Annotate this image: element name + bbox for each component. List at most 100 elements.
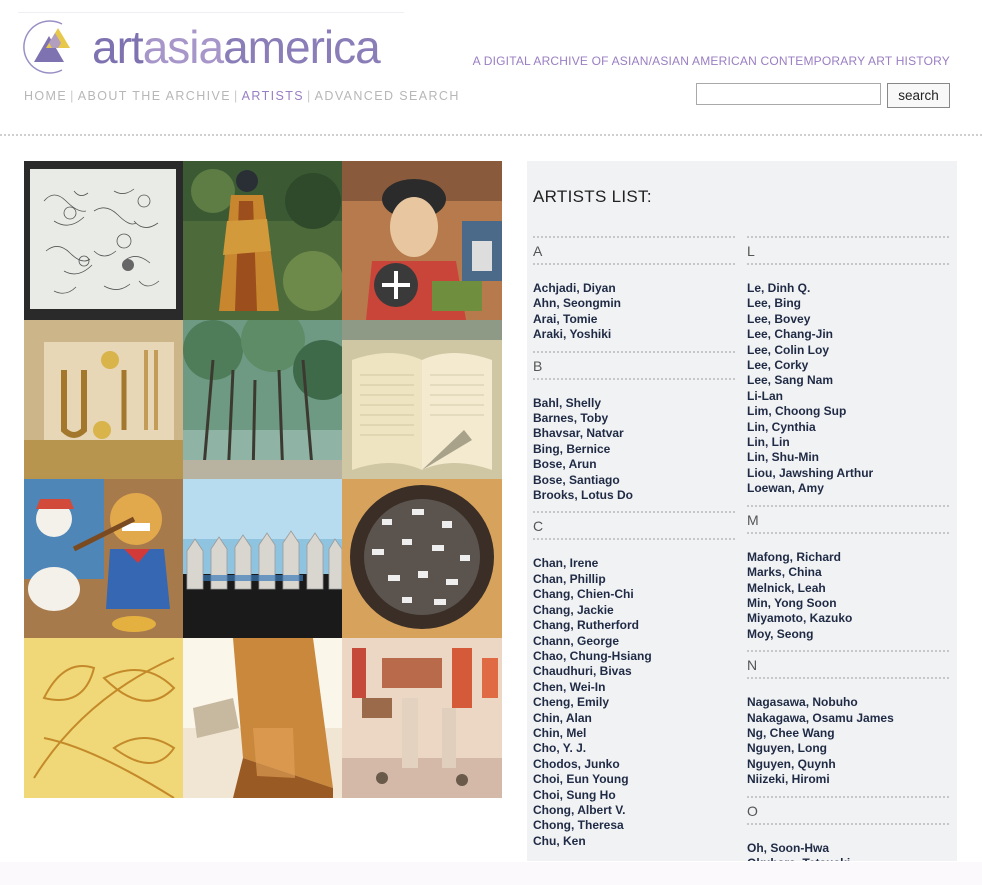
artist-link[interactable]: Chang, Chien-Chi (533, 587, 735, 602)
artist-link[interactable]: Choi, Sung Ho (533, 788, 735, 803)
letter-heading: O (747, 795, 949, 825)
artist-link[interactable]: Chao, Chung-Hsiang (533, 649, 735, 664)
artist-link[interactable]: Miyamoto, Kazuko (747, 611, 949, 626)
artist-link[interactable]: Lin, Cynthia (747, 420, 949, 435)
artwork-tile-tree-park[interactable] (183, 320, 342, 479)
letter-group: M Mafong, Richard Marks, China Melnick, Lea… (747, 504, 949, 642)
artist-link[interactable]: Bose, Arun (533, 457, 735, 472)
artist-link[interactable]: Ahn, Seongmin (533, 296, 735, 311)
artists-column-left: A Achjadi, Diyan Ahn, Seongmin Arai, Tomie A… (533, 236, 735, 857)
artist-link[interactable]: Chang, Jackie (533, 603, 735, 618)
page-bottom-strip (0, 862, 982, 885)
artist-link[interactable]: Nguyen, Quynh (747, 757, 949, 772)
artist-link[interactable]: Lin, Shu-Min (747, 450, 949, 465)
artist-link[interactable]: Bhavsar, Natvar (533, 426, 735, 441)
nav-separator: | (307, 89, 312, 103)
artist-link[interactable]: Chong, Albert V. (533, 803, 735, 818)
artist-link[interactable]: Niizeki, Hiromi (747, 772, 949, 787)
artwork-tile-leaf-drawing[interactable] (24, 638, 183, 798)
artist-link[interactable]: Le, Dinh Q. (747, 281, 949, 296)
artist-link[interactable]: Nguyen, Long (747, 741, 949, 756)
artist-link[interactable]: Lee, Chang-Jin (747, 327, 949, 342)
artist-link[interactable]: Lin, Lin (747, 435, 949, 450)
mural-image (342, 161, 502, 320)
artist-link[interactable]: Lee, Colin Loy (747, 343, 949, 358)
artist-link[interactable]: Nakagawa, Osamu James (747, 711, 949, 726)
artist-link[interactable]: Choi, Eun Young (533, 772, 735, 787)
site-logo[interactable]: artasiaamerica (22, 18, 402, 78)
artist-link[interactable]: Barnes, Toby (533, 411, 735, 426)
artist-link[interactable]: Cheng, Emily (533, 695, 735, 710)
artist-link[interactable]: Mafong, Richard (747, 550, 949, 565)
tree-park-image (183, 320, 342, 479)
artist-link[interactable]: Liou, Jawshing Arthur (747, 466, 949, 481)
logo-word-asia: asia (142, 21, 224, 73)
artist-link[interactable]: Lee, Sang Nam (747, 373, 949, 388)
artwork-tile-installation[interactable] (342, 638, 502, 798)
letter-group: B Bahl, Shelly Barnes, Toby Bhavsar, Natvar… (533, 350, 735, 504)
artwork-tile-line-drawing[interactable] (24, 161, 183, 320)
artist-link[interactable]: Min, Yong Soon (747, 596, 949, 611)
artist-link[interactable]: Ng, Chee Wang (747, 726, 949, 741)
artwork-tile-wall-relief[interactable] (24, 320, 183, 479)
artist-name-list: Mafong, Richard Marks, China Melnick, Leah… (747, 550, 949, 642)
artist-link[interactable]: Moy, Seong (747, 627, 949, 642)
artwork-tile-circle-sculpture[interactable] (342, 479, 502, 638)
artist-link[interactable]: Okuhara, Tetsuaki (747, 856, 949, 861)
artist-link[interactable]: Melnick, Leah (747, 581, 949, 596)
letter-heading: C (533, 511, 735, 541)
artwork-tile-fence[interactable] (183, 479, 342, 638)
nav-home[interactable]: HOME (24, 89, 67, 103)
artist-link[interactable]: Chin, Mel (533, 726, 735, 741)
nav-about[interactable]: ABOUT THE ARCHIVE (78, 89, 231, 103)
artist-link[interactable]: Chann, George (533, 634, 735, 649)
artist-link[interactable]: Bahl, Shelly (533, 396, 735, 411)
artwork-tile-wood-sculpture[interactable] (183, 638, 342, 798)
wall-relief-image (24, 320, 183, 479)
artwork-tile-cartoon[interactable] (24, 479, 183, 638)
search-input[interactable] (696, 83, 881, 105)
artist-link[interactable]: Lee, Bing (747, 296, 949, 311)
artist-link[interactable]: Chong, Theresa (533, 818, 735, 833)
artist-link[interactable]: Lee, Bovey (747, 312, 949, 327)
artist-link[interactable]: Li-Lan (747, 389, 949, 404)
circle-sculpture-image (342, 479, 502, 638)
artist-link[interactable]: Achjadi, Diyan (533, 281, 735, 296)
artist-link[interactable]: Chin, Alan (533, 711, 735, 726)
artwork-tile-mural[interactable] (342, 161, 502, 320)
artist-link[interactable]: Chen, Wei-In (533, 680, 735, 695)
artist-link[interactable]: Chaudhuri, Bivas (533, 664, 735, 679)
letter-group: O Oh, Soon-HwaOkuhara, Tetsuaki (747, 795, 949, 861)
artist-link[interactable]: Bose, Santiago (533, 473, 735, 488)
artist-link[interactable]: Lee, Corky (747, 358, 949, 373)
artist-link[interactable]: Arai, Tomie (533, 312, 735, 327)
fence-image (183, 479, 342, 638)
site-tagline: A DIGITAL ARCHIVE OF ASIAN/ASIAN AMERICA… (472, 54, 950, 68)
logo-wordmark: artasiaamerica (92, 20, 381, 74)
artist-link[interactable]: Chang, Rutherford (533, 618, 735, 633)
nav-artists[interactable]: ARTISTS (242, 89, 304, 103)
letter-group: N Nagasawa, Nobuho Nakagawa, Osamu James Ng… (747, 650, 949, 787)
line-drawing-image (24, 161, 183, 320)
artist-link[interactable]: Lim, Choong Sup (747, 404, 949, 419)
artist-link[interactable]: Marks, China (747, 565, 949, 580)
artist-link[interactable]: Chu, Ken (533, 834, 735, 849)
artist-link[interactable]: Brooks, Lotus Do (533, 488, 735, 503)
artist-link[interactable]: Chan, Phillip (533, 572, 735, 587)
artist-link[interactable]: Oh, Soon-Hwa (747, 841, 949, 856)
artist-link[interactable]: Araki, Yoshiki (533, 327, 735, 342)
artist-link[interactable]: Bing, Bernice (533, 442, 735, 457)
nav-advanced-search[interactable]: ADVANCED SEARCH (315, 89, 460, 103)
artist-link[interactable]: Cho, Y. J. (533, 741, 735, 756)
artist-link[interactable]: Nagasawa, Nobuho (747, 695, 949, 710)
artist-link[interactable]: Chan, Irene (533, 556, 735, 571)
artwork-tile-open-book[interactable] (342, 320, 502, 479)
artist-link[interactable]: Chodos, Junko (533, 757, 735, 772)
letter-group: L Le, Dinh Q. Lee, Bing Lee, Bovey Lee, Chan… (747, 236, 949, 497)
artist-link[interactable]: Loewan, Amy (747, 481, 949, 496)
letter-heading: B (533, 350, 735, 380)
artists-column-right: L Le, Dinh Q. Lee, Bing Lee, Bovey Lee, Chan… (747, 236, 949, 861)
nav-separator: | (70, 89, 75, 103)
artwork-tile-robe-figure[interactable] (183, 161, 342, 320)
search-button[interactable]: search (887, 83, 950, 108)
